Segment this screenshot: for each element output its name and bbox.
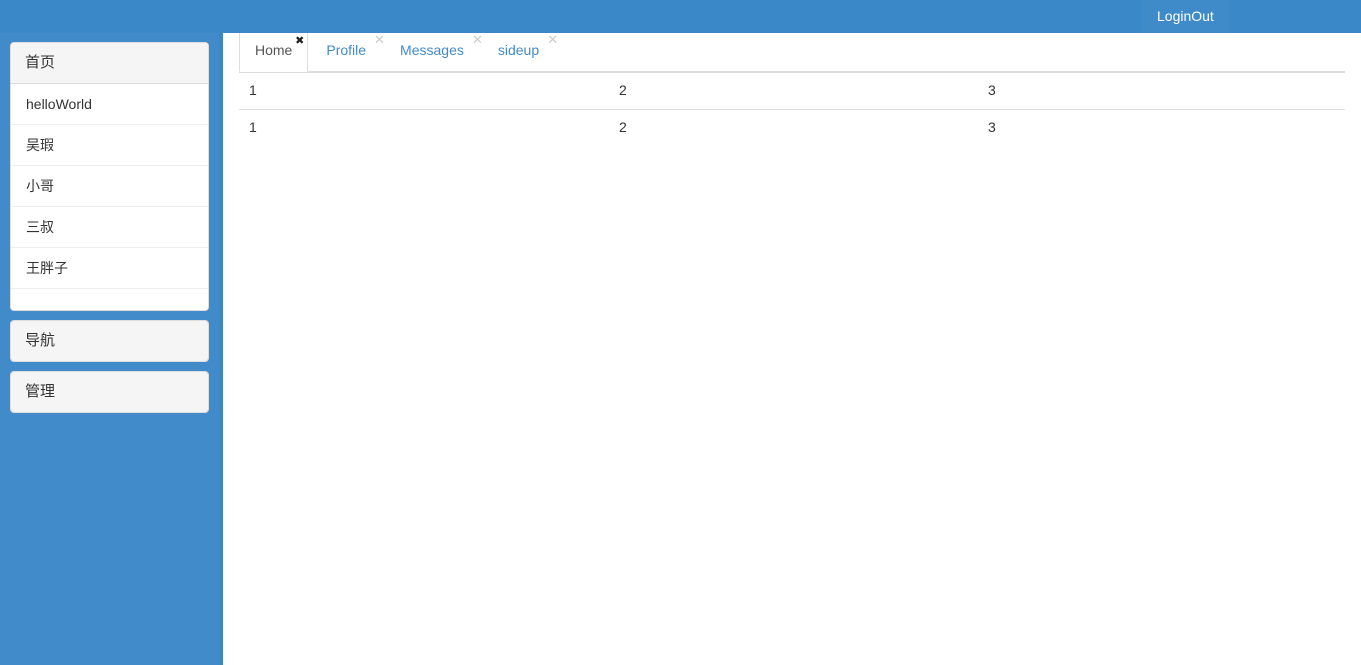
list-item[interactable]: 王胖子 (11, 248, 208, 289)
tab-home[interactable]: Home ✖ (239, 30, 309, 72)
tab-sideup[interactable]: sideup ✕ (482, 30, 558, 72)
tab-profile-label[interactable]: Profile (310, 30, 382, 72)
top-navbar: LoginOut (0, 0, 1361, 33)
tab-messages-label[interactable]: Messages (384, 30, 480, 72)
sidebar-panel-heading-admin[interactable]: 管理 (11, 372, 208, 412)
main-content: Home ✖ Profile ✕ Messages ✕ sideup ✕ 1 2… (223, 30, 1361, 665)
table-cell: 3 (978, 108, 1345, 146)
table-row: 1 2 3 (239, 108, 1345, 146)
tab-bar-wrapper: Home ✖ Profile ✕ Messages ✕ sideup ✕ (223, 30, 1361, 72)
tab-profile[interactable]: Profile ✕ (310, 30, 385, 72)
list-item[interactable]: 小哥 (11, 166, 208, 207)
list-item[interactable]: 吴瑕 (11, 125, 208, 166)
tab-messages[interactable]: Messages ✕ (384, 30, 483, 72)
sidebar-panel-nav: 导航 (10, 320, 209, 362)
data-table: 1 2 3 1 2 3 (239, 72, 1345, 146)
sidebar-panel-list-home: helloWorld 吴瑕 小哥 三叔 王胖子 (11, 84, 208, 310)
list-item[interactable]: helloWorld (11, 84, 208, 125)
sidebar-panel-heading-home[interactable]: 首页 (11, 43, 208, 84)
tab-bar: Home ✖ Profile ✕ Messages ✕ sideup ✕ (239, 30, 1345, 72)
table-body: 1 2 3 1 2 3 (239, 72, 1345, 146)
table-cell: 2 (609, 108, 978, 146)
list-item-empty[interactable] (11, 289, 208, 310)
navbar-item-list: LoginOut (1141, 0, 1230, 33)
table-cell: 1 (239, 108, 609, 146)
tab-sideup-label[interactable]: sideup (482, 30, 555, 72)
tab-panel-home: 1 2 3 1 2 3 (223, 72, 1361, 146)
close-icon[interactable]: ✖ (295, 35, 304, 46)
sidebar-panel-admin: 管理 (10, 371, 209, 413)
table-cell: 2 (609, 72, 978, 110)
sidebar-panel-home: 首页 helloWorld 吴瑕 小哥 三叔 王胖子 (10, 42, 209, 311)
navbar-item-loginout[interactable]: LoginOut (1141, 0, 1230, 33)
table-cell: 1 (239, 72, 609, 110)
table-row: 1 2 3 (239, 72, 1345, 110)
sidebar-panel-heading-nav[interactable]: 导航 (11, 321, 208, 361)
table-cell: 3 (978, 72, 1345, 110)
list-item[interactable]: 三叔 (11, 207, 208, 248)
close-icon[interactable]: ✕ (547, 34, 558, 47)
sidebar-edge-stripe (219, 33, 223, 665)
left-sidebar: 首页 helloWorld 吴瑕 小哥 三叔 王胖子 导航 管理 (0, 33, 219, 665)
